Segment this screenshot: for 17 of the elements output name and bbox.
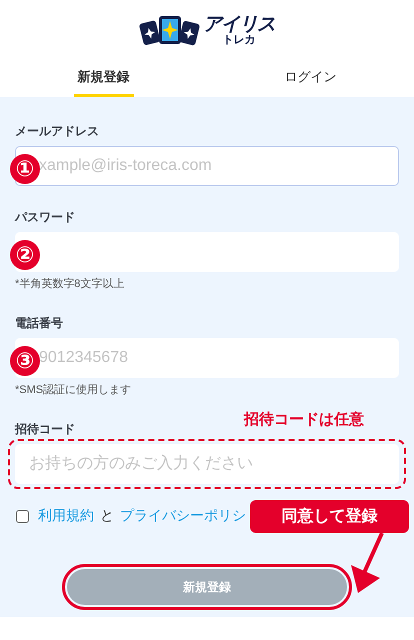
field-label: メールアドレス — [15, 123, 100, 140]
callout-label: 同意して登録 — [250, 500, 409, 533]
field-label: パスワード — [15, 209, 76, 226]
field-hint: *半角英数字8文字以上 — [15, 276, 126, 292]
logo-text: アイリス — [203, 14, 275, 34]
logo-subtext: トレカ — [222, 34, 256, 46]
terms-link[interactable]: 利用規約 — [38, 507, 94, 525]
annotation-label: 招待コードは任意 — [244, 410, 364, 429]
field-label: 招待コード — [15, 421, 76, 438]
checkbox[interactable] — [16, 510, 29, 522]
callout-arrow — [351, 533, 384, 593]
tab[interactable]: ログイン — [284, 61, 336, 97]
terms-link[interactable]: プライバシーポリシ — [120, 507, 246, 525]
field-hint: *SMS認証に使用します — [15, 383, 132, 398]
cards-icon — [139, 14, 201, 46]
terms-text: と — [100, 507, 114, 525]
field-label: 電話番号 — [15, 315, 64, 332]
